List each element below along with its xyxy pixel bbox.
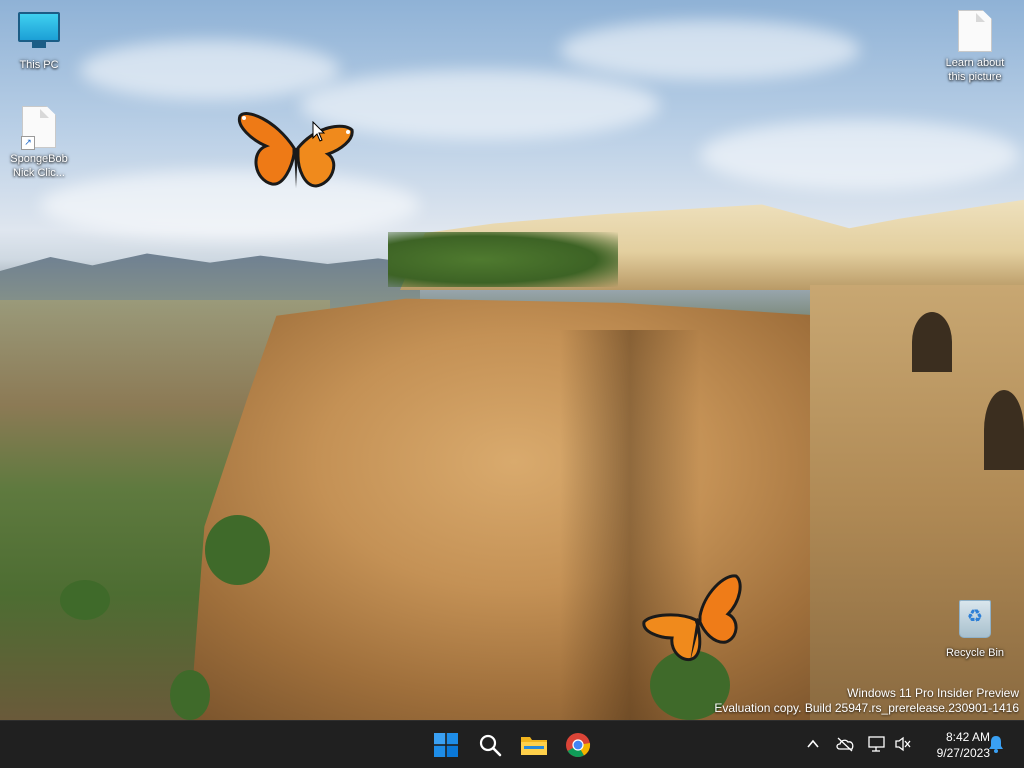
watermark-edition: Windows 11 Pro Insider Preview [847, 686, 1019, 700]
chevron-up-icon [807, 739, 819, 748]
desktop-icon-label: Learn about this picture [945, 57, 1005, 83]
desktop-icon-label: Recycle Bin [945, 647, 1005, 659]
desktop-icon-label: SpongeBob Nick Clic... [10, 153, 68, 179]
chrome-button[interactable] [560, 727, 596, 763]
desktop-icon-learn-about-picture[interactable]: Learn about this picture [938, 8, 1012, 84]
clock-date: 9/27/2023 [936, 746, 990, 760]
network-icon [868, 736, 885, 752]
clock-time: 8:42 AM [945, 730, 990, 744]
network-button[interactable] [866, 733, 888, 755]
monitor-icon [17, 12, 61, 56]
shortcut-arrow-icon: ↗ [21, 136, 35, 150]
recycle-bin-icon [953, 600, 997, 644]
desktop-icon-recycle-bin[interactable]: Recycle Bin [938, 596, 1012, 660]
taskbar: 8:42 AM 9/27/2023 [0, 720, 1024, 768]
onedrive-icon [836, 737, 854, 752]
desktop-icon-spongebob-shortcut[interactable]: ↗ SpongeBob Nick Clic... [2, 104, 76, 180]
taskbar-clock[interactable]: 8:42 AM 9/27/2023 [918, 729, 990, 761]
file-explorer-button[interactable] [516, 727, 552, 763]
mouse-cursor-icon [312, 121, 326, 142]
search-icon [479, 734, 502, 757]
desktop-icon-label: This PC [19, 59, 59, 71]
start-icon [434, 733, 458, 757]
volume-button[interactable] [892, 733, 914, 755]
chrome-icon [566, 733, 591, 758]
show-hidden-icons-button[interactable] [802, 733, 824, 755]
volume-muted-icon [895, 736, 911, 752]
desktop[interactable]: This PC ↗ SpongeBob Nick Clic... Learn a… [0, 0, 1024, 720]
butterfly-icon [642, 574, 742, 662]
document-shortcut-icon: ↗ [17, 106, 61, 150]
onedrive-button[interactable] [834, 733, 856, 755]
notification-bell-icon [989, 736, 1003, 753]
file-explorer-icon [521, 737, 547, 755]
document-icon [953, 10, 997, 54]
butterfly-icon [237, 112, 354, 188]
search-button[interactable] [472, 727, 508, 763]
desktop-icon-this-pc[interactable]: This PC [2, 8, 76, 72]
watermark-build: Evaluation copy. Build 25947.rs_prerelea… [714, 701, 1019, 715]
evaluation-watermark: Windows 11 Pro Insider Preview Evaluatio… [714, 686, 1019, 716]
notification-center-button[interactable] [985, 733, 1007, 755]
start-button[interactable] [428, 727, 464, 763]
